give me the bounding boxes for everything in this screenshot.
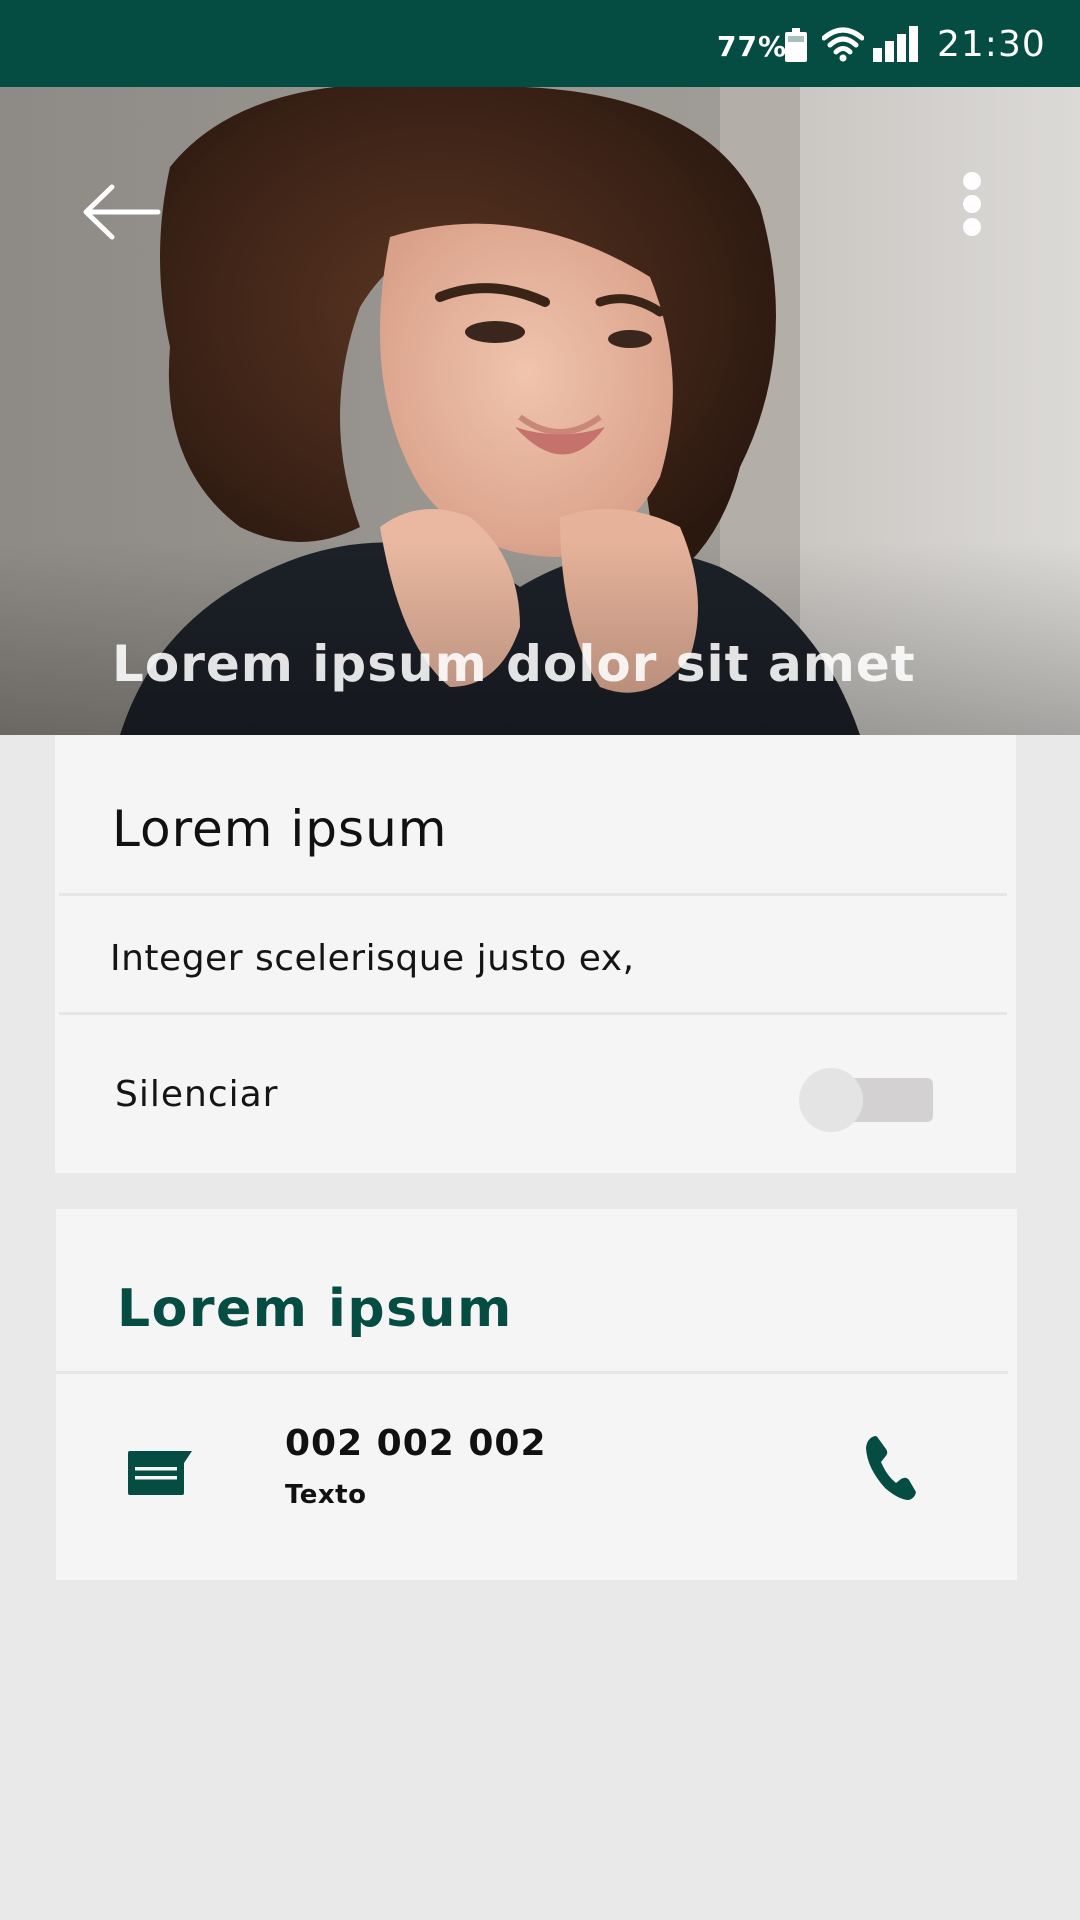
more-vertical-icon[interactable] <box>952 167 992 247</box>
mute-label: Silenciar <box>115 1074 279 1115</box>
info-card: Lorem ipsum Integer scelerisque justo ex… <box>55 735 1016 1173</box>
divider <box>59 893 1007 896</box>
divider <box>59 1012 1007 1015</box>
signal-icon <box>873 26 918 62</box>
wifi-icon <box>822 27 864 62</box>
contact-card: Lorem ipsum 002 002 002 Texto <box>56 1209 1017 1580</box>
hero-title: Lorem ipsum dolor sit amet <box>112 635 916 693</box>
contact-card-title: Lorem ipsum <box>117 1279 513 1339</box>
hero-image: Lorem ipsum dolor sit amet <box>0 87 1080 735</box>
divider <box>56 1371 1008 1374</box>
card-title: Lorem ipsum <box>112 800 448 858</box>
status-bar: 77% 21:30 <box>0 0 1080 87</box>
message-icon[interactable] <box>126 1449 196 1497</box>
card-subtitle: Integer scelerisque justo ex, <box>110 938 635 979</box>
toggle-thumb <box>799 1068 863 1132</box>
contact-row[interactable]: 002 002 002 Texto <box>56 1376 1017 1580</box>
battery-icon <box>785 28 807 62</box>
clock: 21:30 <box>937 24 1046 65</box>
contact-type: Texto <box>285 1480 367 1510</box>
phone-icon[interactable] <box>863 1434 917 1502</box>
contact-number: 002 002 002 <box>285 1423 547 1464</box>
arrow-left-icon[interactable] <box>72 177 162 247</box>
battery-percent: 77% <box>717 30 788 63</box>
mute-toggle[interactable] <box>799 1068 939 1134</box>
